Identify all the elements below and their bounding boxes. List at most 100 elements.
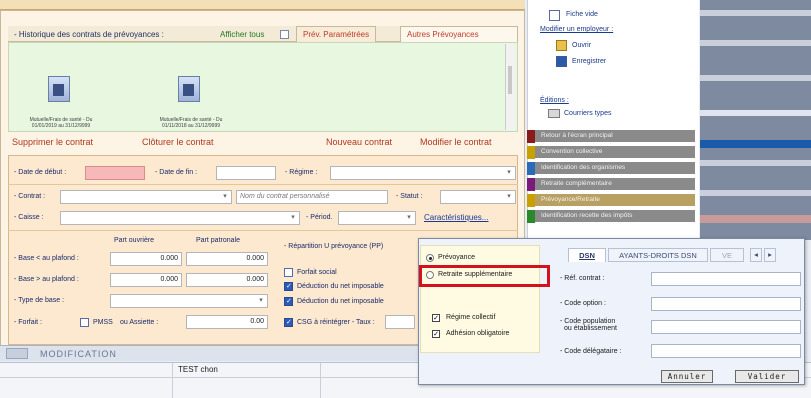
collective-regime-label: Régime collectif xyxy=(446,314,496,321)
contract-document-icon[interactable] xyxy=(48,76,70,102)
base-type-label: - Type de base : xyxy=(14,297,65,304)
mode-indicator: MODIFICATION xyxy=(40,349,117,359)
delete-contract-link[interactable]: Supprimer le contrat xyxy=(12,137,93,147)
base-below-ceiling-label: - Base < au plafond : xyxy=(14,255,79,262)
pmss-checkbox[interactable] xyxy=(80,318,89,327)
mandatory-membership-checkbox[interactable]: ✓ xyxy=(432,330,440,338)
form-letters-link[interactable]: Courriers types xyxy=(564,110,611,117)
empty-form-link[interactable]: Fiche vide xyxy=(566,11,598,18)
nav-label: Convention collective xyxy=(541,148,603,155)
contract-label: - Contrat : xyxy=(14,193,46,200)
chevron-down-icon: ▾ xyxy=(507,193,511,200)
distribution-label: - Répartition U prévoyance (PP) xyxy=(284,243,384,250)
nav-main-screen[interactable]: Retour à l'écran principal xyxy=(527,130,695,143)
delegate-code-field[interactable] xyxy=(651,344,801,358)
chevron-down-icon: ▾ xyxy=(507,169,511,176)
modify-contract-link[interactable]: Modifier le contrat xyxy=(420,137,492,147)
population-code-label: - Code population ou établissement xyxy=(560,318,617,332)
cancel-button[interactable]: Annuler xyxy=(661,370,713,383)
window-title-strip xyxy=(0,0,525,10)
tab-dsn[interactable]: DSN xyxy=(568,248,606,262)
tab-autres-prevoyances[interactable]: Autres Prévoyances xyxy=(400,26,518,42)
tab-prev-parametrees[interactable]: Prév. Paramétrées xyxy=(296,26,377,42)
folder-open-icon xyxy=(556,40,567,51)
chevron-down-icon: ▾ xyxy=(407,214,411,221)
csg-checkbox[interactable] xyxy=(284,318,293,327)
nav-organisations[interactable]: Identification des organismes xyxy=(527,162,695,175)
csg-rate-field[interactable] xyxy=(385,315,415,329)
contract-ref-field[interactable] xyxy=(651,272,801,286)
regime-select[interactable]: ▾ xyxy=(330,166,516,180)
period-label: - Périod. xyxy=(306,214,333,221)
editions-heading: Éditions : xyxy=(540,97,569,104)
close-contract-link[interactable]: Clôturer le contrat xyxy=(142,137,214,147)
contract-select[interactable]: ▾ xyxy=(60,190,232,204)
document-icon xyxy=(549,10,560,21)
start-date-field[interactable] xyxy=(85,166,145,180)
show-all-checkbox[interactable] xyxy=(280,30,289,39)
form-divider xyxy=(8,230,518,231)
forfait-social-label: Forfait social xyxy=(297,269,337,276)
nav-label: Prévoyance/Retraite xyxy=(541,196,600,203)
contract-list-scrollbar[interactable] xyxy=(505,44,515,130)
base-above-ceiling-label: - Base > au plafond : xyxy=(14,276,79,283)
history-title: - Historique des contrats de prévoyances… xyxy=(14,30,164,39)
grid-cell[interactable]: TEST chon xyxy=(178,365,218,374)
end-date-label: - Date de fin : xyxy=(155,169,198,176)
contract-actions: Supprimer le contrat Clôturer le contrat… xyxy=(8,137,518,151)
option-code-field[interactable] xyxy=(651,297,801,311)
nav-label: Identification recette des impôts xyxy=(541,212,633,219)
open-link[interactable]: Ouvrir xyxy=(572,42,591,49)
forfait-value-field[interactable]: 0.00 xyxy=(186,315,268,329)
nav-complementary-pension[interactable]: Retraite complémentaire xyxy=(527,178,695,191)
prevoyance-radio[interactable] xyxy=(426,254,434,262)
chevron-down-icon: ▾ xyxy=(291,214,295,221)
tab-scroll-left-icon[interactable]: ◂ xyxy=(750,248,762,262)
base-above-employer-field[interactable]: 0.000 xyxy=(186,273,268,287)
base-below-employer-field[interactable]: 0.000 xyxy=(186,252,268,266)
nav-prevoyance-retraite[interactable]: Prévoyance/Retraite xyxy=(527,194,695,207)
population-code-label-line: - Code population xyxy=(560,318,616,325)
contract-caption-dates: 01/11/2018 au 31/12/9999 xyxy=(161,123,221,129)
nav-color-swatch xyxy=(527,194,535,207)
chevron-down-icon: ▾ xyxy=(259,297,263,304)
status-select[interactable]: ▾ xyxy=(440,190,516,204)
base-below-worker-field[interactable]: 0.000 xyxy=(110,252,182,266)
status-bar: MODIFICATION xyxy=(0,345,420,361)
base-type-select[interactable]: ▾ xyxy=(110,294,268,308)
grid-icon xyxy=(6,348,28,359)
base-above-worker-field[interactable]: 0.000 xyxy=(110,273,182,287)
characteristics-link[interactable]: Caractéristiques... xyxy=(424,213,488,222)
nav-color-swatch xyxy=(527,130,535,143)
caisse-select[interactable]: ▾ xyxy=(60,211,300,225)
collective-regime-checkbox[interactable]: ✓ xyxy=(432,314,440,322)
validate-button[interactable]: Valider xyxy=(735,370,799,383)
period-select[interactable]: ▾ xyxy=(338,211,416,225)
pmss-label: PMSS xyxy=(93,319,113,326)
form-divider xyxy=(8,184,518,185)
contract-caption: Mutuelle/Frais de santé - Du 01/11/2018 … xyxy=(146,117,236,129)
new-contract-link[interactable]: Nouveau contrat xyxy=(326,137,392,147)
nav-color-swatch xyxy=(527,162,535,175)
end-date-field[interactable] xyxy=(216,166,276,180)
deduction-1-checkbox[interactable] xyxy=(284,282,293,291)
csg-label: CSG à réintégrer - Taux : xyxy=(297,319,375,326)
deduction-2-checkbox[interactable] xyxy=(284,297,293,306)
background-window xyxy=(700,0,811,240)
contract-document-icon[interactable] xyxy=(178,76,200,102)
highlight-box xyxy=(419,265,550,287)
save-link[interactable]: Enregistrer xyxy=(572,58,606,65)
nav-tax-office[interactable]: Identification recette des impôts xyxy=(527,210,695,223)
nav-label: Retraite complémentaire xyxy=(541,180,612,187)
tab-ayants-droits-dsn[interactable]: AYANTS-DROITS DSN xyxy=(608,248,708,262)
nav-collective-agreement[interactable]: Convention collective xyxy=(527,146,695,159)
forfait-social-checkbox[interactable] xyxy=(284,268,293,277)
tab-scroll-right-icon[interactable]: ▸ xyxy=(764,248,776,262)
start-date-label: - Date de début : xyxy=(14,169,67,176)
nav-label: Identification des organismes xyxy=(541,164,626,171)
contract-caption: Mutuelle/Frais de santé - Du 01/01/2019 … xyxy=(16,117,106,129)
nav-color-swatch xyxy=(527,178,535,191)
population-code-field[interactable] xyxy=(651,320,801,334)
tab-ve[interactable]: VE xyxy=(710,248,744,262)
contract-name-field[interactable]: Nom du contrat personnalisé xyxy=(236,190,388,204)
